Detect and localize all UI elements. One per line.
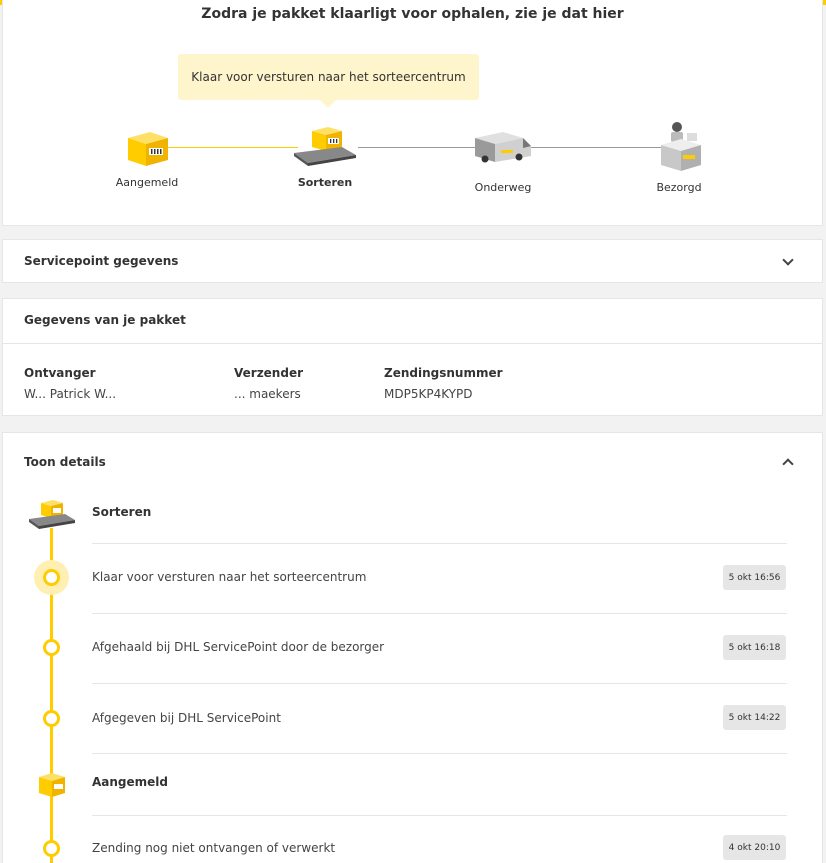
timeline-event: Zending nog niet ontvangen of verwerkt bbox=[92, 841, 336, 855]
timeline-separator bbox=[92, 753, 787, 754]
timestamp-badge: 5 okt 16:18 bbox=[723, 635, 786, 660]
timeline-event: Afgegeven bij DHL ServicePoint bbox=[92, 711, 281, 725]
timestamp-badge: 5 okt 16:56 bbox=[723, 565, 786, 590]
timestamp-badge: 4 okt 20:10 bbox=[723, 835, 786, 860]
servicepoint-accordion[interactable]: Servicepoint gegevens bbox=[2, 239, 823, 283]
chevron-up-icon[interactable] bbox=[782, 458, 794, 470]
timeline-event: Afgehaald bij DHL ServicePoint door de b… bbox=[92, 640, 385, 654]
sender-value: ... maekers bbox=[234, 387, 301, 399]
details-accordion[interactable]: Toon details Sorteren Klaar voor verstur… bbox=[2, 432, 823, 863]
details-title: Toon details bbox=[24, 455, 106, 469]
sender-label: Verzender bbox=[234, 366, 303, 380]
status-bubble: Klaar voor versturen naar het sorteercen… bbox=[178, 54, 479, 108]
parcel-icon bbox=[39, 773, 65, 797]
conveyor-parcel-icon bbox=[29, 500, 75, 529]
timeline-dot bbox=[43, 639, 60, 656]
timeline-separator bbox=[92, 613, 787, 614]
step-onderweg-label: Onderweg bbox=[474, 181, 532, 194]
recipient-value: W... Patrick W... bbox=[24, 387, 117, 399]
timeline-dot bbox=[43, 569, 60, 586]
progress-title: Zodra je pakket klaarligt voor ophalen, … bbox=[201, 6, 624, 22]
step-bezorgd-label: Bezorgd bbox=[656, 181, 702, 194]
divider bbox=[3, 343, 822, 344]
servicepoint-title: Servicepoint gegevens bbox=[24, 254, 179, 268]
timeline-group-title: Aangemeld bbox=[92, 775, 169, 789]
step-aangemeld-label: Aangemeld bbox=[115, 176, 179, 189]
progress-card: Zodra je pakket klaarligt voor ophalen, … bbox=[2, 0, 823, 226]
timeline-separator bbox=[92, 683, 787, 684]
delivered-person-icon bbox=[661, 122, 701, 171]
timeline-separator bbox=[92, 543, 787, 544]
package-title: Gegevens van je pakket bbox=[24, 313, 186, 327]
tracking-number: MDP5KP4KYPD bbox=[384, 387, 473, 399]
conveyor-parcel-icon bbox=[294, 127, 356, 166]
package-details-card: Gegevens van je pakket Ontvanger W... Pa… bbox=[2, 298, 823, 416]
timeline-separator bbox=[92, 815, 787, 816]
recipient-label: Ontvanger bbox=[24, 366, 96, 380]
step-sorteren-label: Sorteren bbox=[297, 176, 353, 189]
delivery-van-icon bbox=[475, 132, 531, 163]
timestamp-badge: 5 okt 14:22 bbox=[723, 705, 786, 730]
progress-line-done bbox=[168, 147, 298, 148]
tracking-label: Zendingsnummer bbox=[384, 366, 503, 380]
timeline-dot bbox=[43, 710, 60, 727]
timeline-dot bbox=[43, 840, 60, 857]
chevron-down-icon[interactable] bbox=[782, 254, 794, 266]
timeline-event: Klaar voor versturen naar het sorteercen… bbox=[92, 570, 367, 584]
parcel-icon bbox=[128, 132, 168, 166]
timeline-group-title: Sorteren bbox=[92, 505, 152, 519]
